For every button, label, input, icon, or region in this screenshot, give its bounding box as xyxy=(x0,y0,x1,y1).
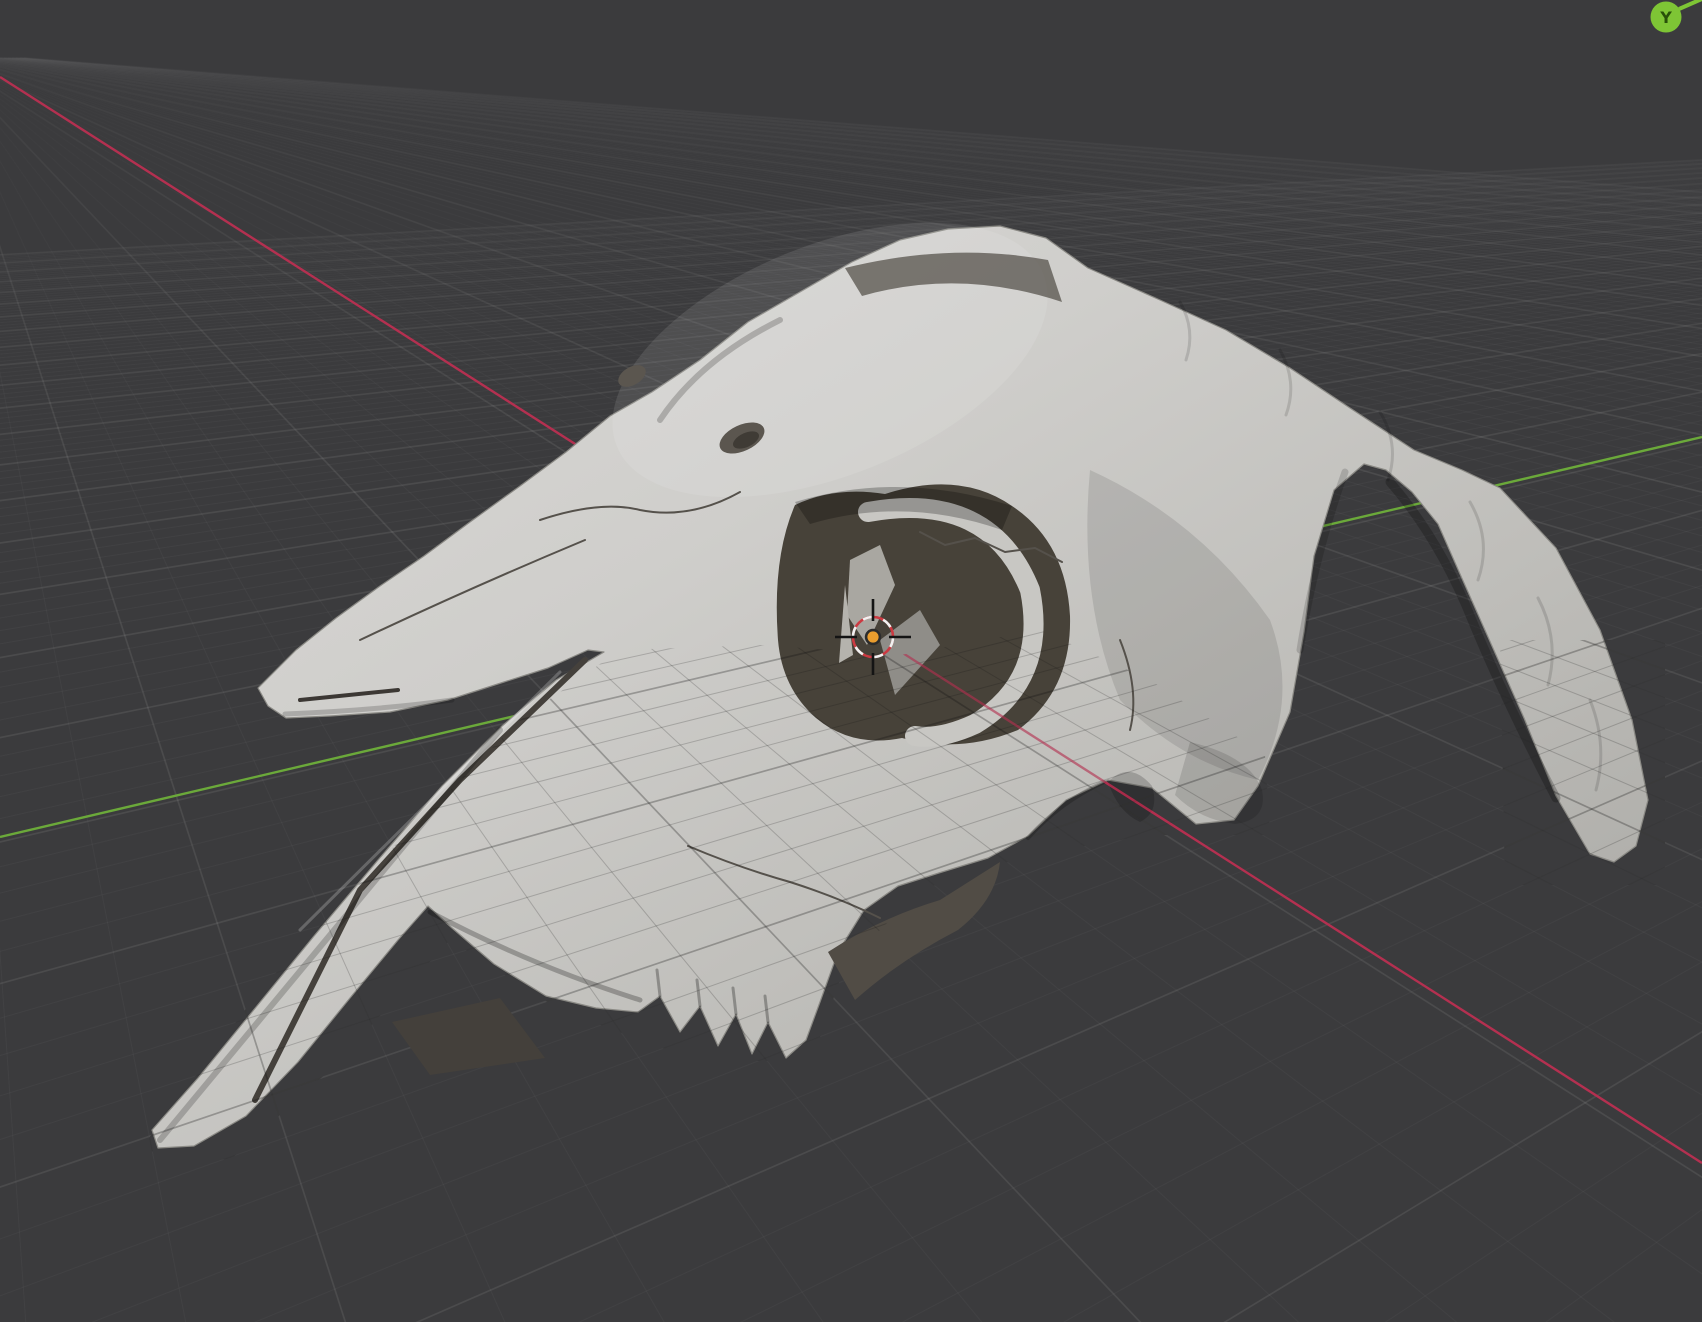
gizmo-y-label: Y xyxy=(1659,8,1672,27)
cursor-dot xyxy=(867,631,879,643)
blender-3d-viewport[interactable]: Y xyxy=(0,0,1702,1322)
spike-under-shade xyxy=(157,727,503,1143)
